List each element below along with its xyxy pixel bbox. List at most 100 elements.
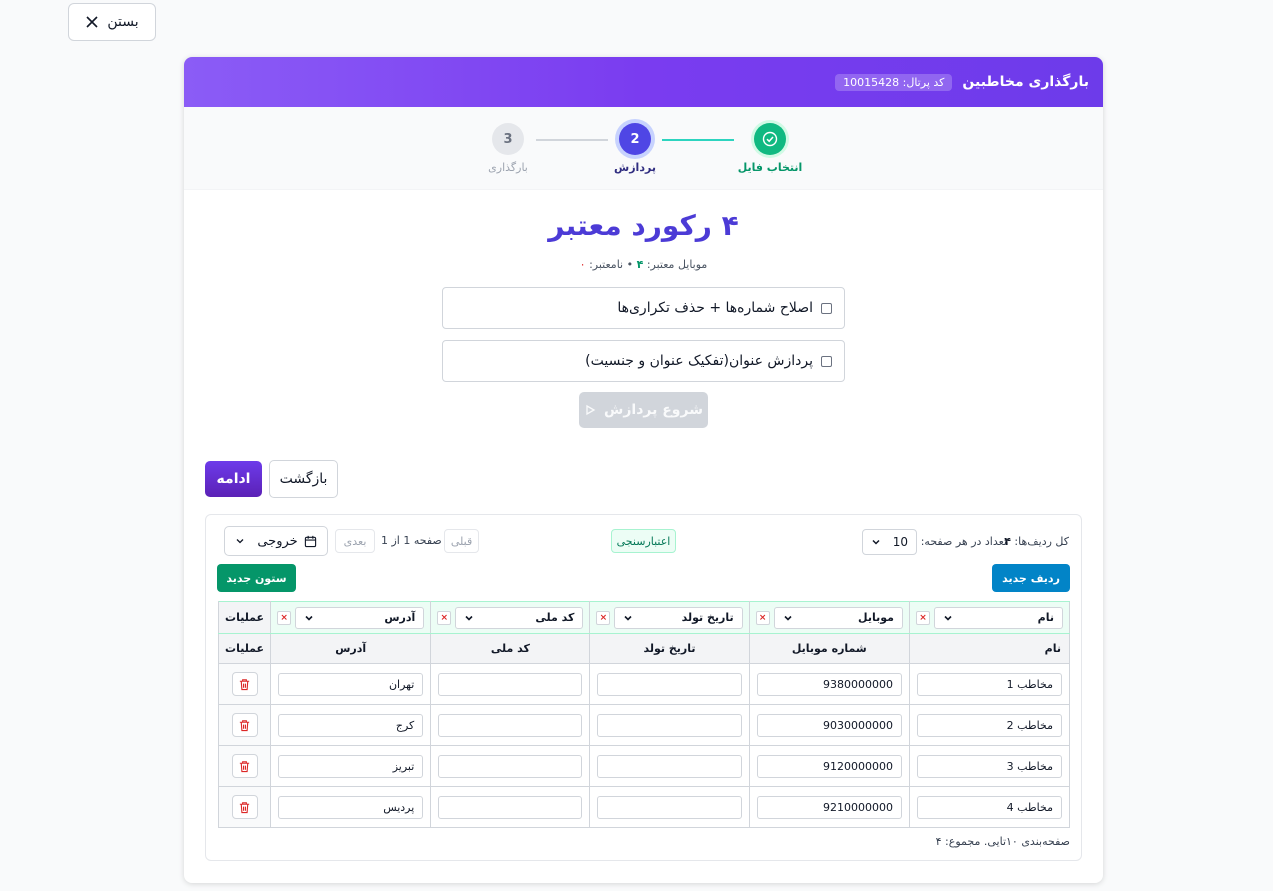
mapping-cell: موبایل × [748, 601, 910, 634]
mobile-input[interactable]: 9210000000 [756, 795, 902, 819]
remove-column-icon[interactable]: × [915, 610, 930, 625]
new-column-button[interactable]: ستون جدید [217, 564, 296, 592]
table-row: مخاطب 2 9030000000 کرج [217, 704, 1071, 746]
national-id-input[interactable] [438, 795, 583, 819]
option-process-title[interactable]: پردازش عنوان(تفکیک عنوان و جنسیت) [442, 340, 845, 382]
step-label: پردازش [614, 161, 656, 174]
name-input[interactable]: مخاطب 3 [916, 754, 1062, 778]
chevron-down-icon [465, 615, 473, 621]
birthdate-input[interactable] [597, 754, 742, 778]
mapping-value: تاریخ تولد [681, 611, 734, 624]
step-number: 3 [492, 123, 524, 155]
option-checkbox[interactable] [821, 302, 832, 314]
separator: • [626, 258, 634, 271]
validate-button[interactable]: اعتبارسنجی [611, 529, 676, 553]
mobile-input[interactable]: 9030000000 [756, 713, 902, 737]
delete-row-button[interactable] [231, 754, 258, 778]
operations-header: عملیات [217, 601, 272, 634]
remove-column-icon[interactable]: × [437, 610, 452, 625]
step-label: بارگذاری [488, 161, 528, 174]
upload-contacts-modal: بارگذاری مخاطبین کد پرتال: 10015428 انتخ… [184, 57, 1103, 883]
valid-records-title: ۴ رکورد معتبر [548, 209, 739, 242]
option-label: اصلاح شماره‌ها + حذف تکراری‌ها [617, 300, 813, 316]
remove-column-icon[interactable]: × [596, 610, 611, 625]
stepper: انتخاب فایل 2 پردازش 3 بارگذاری [184, 107, 1103, 190]
back-button[interactable]: بازگشت [269, 460, 338, 498]
mapping-value: آدرس [384, 611, 416, 624]
continue-button[interactable]: ادامه [205, 461, 262, 497]
address-input[interactable]: تهران [278, 672, 424, 696]
table-row: مخاطب 4 9210000000 پردیس [217, 786, 1071, 828]
contacts-table: نام × موبایل × تاریخ تولد × کد ملی × آدر… [217, 601, 1071, 828]
address-input[interactable]: تبریز [278, 754, 424, 778]
mapping-cell: تاریخ تولد × [589, 601, 750, 634]
column-mapping-row: نام × موبایل × تاریخ تولد × کد ملی × آدر… [217, 601, 1071, 634]
new-row-button[interactable]: ردیف جدید [992, 564, 1070, 592]
mapping-select[interactable]: آدرس [295, 606, 425, 629]
mapping-value: کد ملی [535, 611, 575, 624]
trash-icon [239, 678, 250, 690]
mapping-value: نام [1037, 611, 1054, 624]
delete-row-button[interactable] [231, 795, 258, 819]
option-checkbox[interactable] [821, 355, 832, 367]
close-button[interactable]: بستن [68, 3, 156, 41]
column-header: شماره موبایل [748, 633, 910, 664]
step-number: 2 [619, 123, 651, 155]
mobile-input[interactable]: 9380000000 [756, 672, 902, 696]
chevron-down-icon [236, 539, 244, 544]
delete-row-button[interactable] [231, 672, 258, 696]
national-id-input[interactable] [438, 713, 583, 737]
next-page-button[interactable]: بعدی [335, 529, 375, 553]
address-input[interactable]: پردیس [278, 795, 424, 819]
birthdate-input[interactable] [597, 713, 742, 737]
start-processing-button[interactable]: شروع پردازش [579, 392, 708, 428]
step-label: انتخاب فایل [737, 161, 803, 174]
step-upload: 3 بارگذاری [458, 123, 558, 174]
table-header-row: نام شماره موبایل تاریخ تولد کد ملی آدرس … [217, 633, 1071, 664]
prev-page-button[interactable]: قبلی [444, 529, 479, 553]
table-toolbar: کل ردیف‌ها: ۴ تعداد در هر صفحه: 10 اعتبا… [206, 526, 1081, 557]
check-icon [754, 123, 786, 155]
valid-records-summary: موبایل معتبر: ۴ • نامعتبر: ۰ [184, 258, 1103, 271]
column-header: تاریخ تولد [589, 633, 750, 664]
close-label: بستن [107, 14, 139, 30]
total-rows-label: کل ردیف‌ها: [1014, 535, 1069, 548]
operations-header: عملیات [217, 633, 272, 664]
pagination-note: صفحه‌بندی ۱۰تایی. مجموع: ۴ [935, 835, 1070, 848]
mobile-input[interactable]: 9120000000 [756, 754, 902, 778]
invalid-count: ۰ [579, 258, 586, 271]
mapping-select[interactable]: موبایل [773, 606, 903, 629]
modal-title: بارگذاری مخاطبین [962, 74, 1089, 90]
contacts-table-card: کل ردیف‌ها: ۴ تعداد در هر صفحه: 10 اعتبا… [205, 514, 1082, 861]
chevron-down-icon [944, 615, 952, 621]
export-button[interactable]: خروجی [224, 526, 328, 556]
remove-column-icon[interactable]: × [277, 610, 292, 625]
delete-row-button[interactable] [231, 713, 258, 737]
step-select-file: انتخاب فایل [720, 123, 820, 174]
table-row: مخاطب 3 9120000000 تبریز [217, 745, 1071, 787]
national-id-input[interactable] [438, 672, 583, 696]
birthdate-input[interactable] [597, 795, 742, 819]
trash-icon [239, 760, 250, 772]
export-label: خروجی [257, 533, 298, 549]
portal-code-badge: کد پرتال: 10015428 [835, 73, 953, 91]
close-icon [86, 16, 98, 28]
mapping-cell: نام × [908, 601, 1071, 634]
page-info: صفحه 1 از 1 [381, 534, 442, 547]
birthdate-input[interactable] [597, 672, 742, 696]
name-input[interactable]: مخاطب 2 [916, 713, 1062, 737]
name-input[interactable]: مخاطب 4 [916, 795, 1062, 819]
valid-mobile-count: ۴ [636, 258, 644, 271]
national-id-input[interactable] [438, 754, 583, 778]
mapping-select[interactable]: کد ملی [455, 606, 584, 629]
option-fix-numbers[interactable]: اصلاح شماره‌ها + حذف تکراری‌ها [442, 287, 845, 329]
per-page-select[interactable]: 10 [862, 529, 917, 555]
per-page-label: تعداد در هر صفحه: [920, 535, 1007, 548]
remove-column-icon[interactable]: × [755, 610, 770, 625]
name-input[interactable]: مخاطب 1 [916, 672, 1062, 696]
mapping-cell: کد ملی × [430, 601, 591, 634]
mapping-select[interactable]: نام [933, 606, 1063, 629]
address-input[interactable]: کرج [278, 713, 424, 737]
mapping-select[interactable]: تاریخ تولد [614, 606, 743, 629]
column-header: نام [908, 633, 1071, 664]
